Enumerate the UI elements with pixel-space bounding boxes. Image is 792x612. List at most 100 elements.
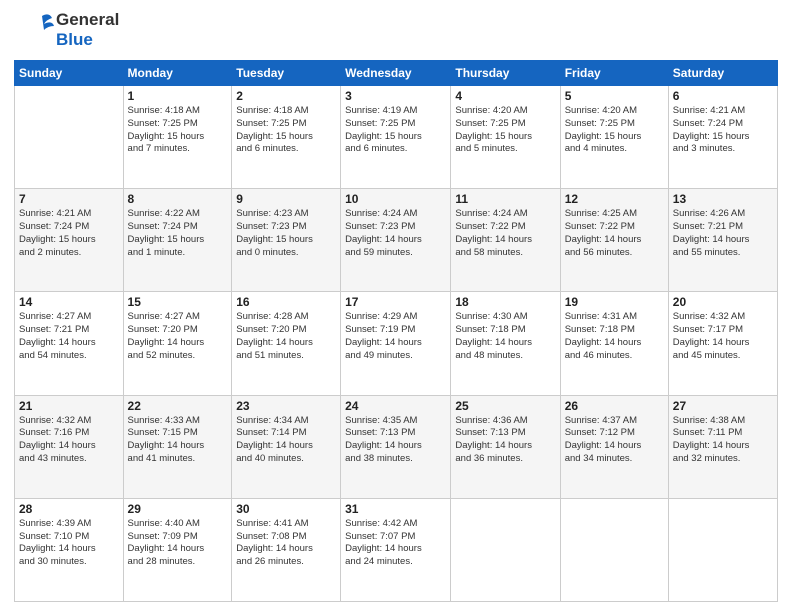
day-info: Sunrise: 4:34 AMSunset: 7:14 PMDaylight:… — [236, 415, 336, 466]
day-number: 24 — [345, 399, 446, 413]
logo: General Blue — [14, 10, 119, 52]
day-number: 13 — [673, 192, 773, 206]
day-cell: 9 Sunrise: 4:23 AMSunset: 7:23 PMDaylight… — [232, 189, 341, 292]
header-cell-sunday: Sunday — [15, 61, 124, 86]
day-cell: 24 Sunrise: 4:35 AMSunset: 7:13 PMDayligh… — [341, 395, 451, 498]
day-info: Sunrise: 4:39 AMSunset: 7:10 PMDaylight:… — [19, 518, 119, 569]
header-cell-tuesday: Tuesday — [232, 61, 341, 86]
day-number: 2 — [236, 89, 336, 103]
day-info: Sunrise: 4:32 AMSunset: 7:17 PMDaylight:… — [673, 311, 773, 362]
day-cell — [451, 498, 560, 601]
day-info: Sunrise: 4:33 AMSunset: 7:15 PMDaylight:… — [128, 415, 228, 466]
day-info: Sunrise: 4:30 AMSunset: 7:18 PMDaylight:… — [455, 311, 555, 362]
day-info: Sunrise: 4:28 AMSunset: 7:20 PMDaylight:… — [236, 311, 336, 362]
day-cell: 11 Sunrise: 4:24 AMSunset: 7:22 PMDayligh… — [451, 189, 560, 292]
day-cell: 15Sunrise: 4:27 AMSunset: 7:20 PMDayligh… — [123, 292, 232, 395]
day-number: 14 — [19, 295, 119, 309]
day-cell — [668, 498, 777, 601]
day-cell: 3 Sunrise: 4:19 AMSunset: 7:25 PMDaylight… — [341, 86, 451, 189]
day-info: Sunrise: 4:40 AMSunset: 7:09 PMDaylight:… — [128, 518, 228, 569]
day-cell: 19Sunrise: 4:31 AMSunset: 7:18 PMDayligh… — [560, 292, 668, 395]
day-info: Sunrise: 4:26 AMSunset: 7:21 PMDaylight:… — [673, 208, 773, 259]
day-info: Sunrise: 4:18 AMSunset: 7:25 PMDaylight:… — [128, 105, 228, 156]
day-number: 9 — [236, 192, 336, 206]
calendar-table: SundayMondayTuesdayWednesdayThursdayFrid… — [14, 60, 778, 602]
day-info: Sunrise: 4:24 AMSunset: 7:22 PMDaylight:… — [455, 208, 555, 259]
day-number: 23 — [236, 399, 336, 413]
day-number: 4 — [455, 89, 555, 103]
day-number: 20 — [673, 295, 773, 309]
day-info: Sunrise: 4:41 AMSunset: 7:08 PMDaylight:… — [236, 518, 336, 569]
day-info: Sunrise: 4:35 AMSunset: 7:13 PMDaylight:… — [345, 415, 446, 466]
day-info: Sunrise: 4:42 AMSunset: 7:07 PMDaylight:… — [345, 518, 446, 569]
day-info: Sunrise: 4:37 AMSunset: 7:12 PMDaylight:… — [565, 415, 664, 466]
header-cell-monday: Monday — [123, 61, 232, 86]
day-number: 3 — [345, 89, 446, 103]
day-info: Sunrise: 4:19 AMSunset: 7:25 PMDaylight:… — [345, 105, 446, 156]
day-cell: 21 Sunrise: 4:32 AMSunset: 7:16 PMDayligh… — [15, 395, 124, 498]
header-cell-wednesday: Wednesday — [341, 61, 451, 86]
day-cell — [560, 498, 668, 601]
day-number: 10 — [345, 192, 446, 206]
day-number: 11 — [455, 192, 555, 206]
day-number: 21 — [19, 399, 119, 413]
day-number: 28 — [19, 502, 119, 516]
day-info: Sunrise: 4:24 AMSunset: 7:23 PMDaylight:… — [345, 208, 446, 259]
day-number: 1 — [128, 89, 228, 103]
day-info: Sunrise: 4:38 AMSunset: 7:11 PMDaylight:… — [673, 415, 773, 466]
day-info: Sunrise: 4:25 AMSunset: 7:22 PMDaylight:… — [565, 208, 664, 259]
day-cell: 16Sunrise: 4:28 AMSunset: 7:20 PMDayligh… — [232, 292, 341, 395]
week-row-4: 21 Sunrise: 4:32 AMSunset: 7:16 PMDayligh… — [15, 395, 778, 498]
day-info: Sunrise: 4:29 AMSunset: 7:19 PMDaylight:… — [345, 311, 446, 362]
day-number: 27 — [673, 399, 773, 413]
day-cell: 14 Sunrise: 4:27 AMSunset: 7:21 PMDayligh… — [15, 292, 124, 395]
day-cell: 26 Sunrise: 4:37 AMSunset: 7:12 PMDayligh… — [560, 395, 668, 498]
day-cell: 1 Sunrise: 4:18 AMSunset: 7:25 PMDaylight… — [123, 86, 232, 189]
day-cell: 25Sunrise: 4:36 AMSunset: 7:13 PMDayligh… — [451, 395, 560, 498]
day-cell: 27 Sunrise: 4:38 AMSunset: 7:11 PMDayligh… — [668, 395, 777, 498]
day-number: 25 — [455, 399, 555, 413]
logo-svg — [14, 10, 56, 52]
calendar-header-row: SundayMondayTuesdayWednesdayThursdayFrid… — [15, 61, 778, 86]
day-info: Sunrise: 4:23 AMSunset: 7:23 PMDaylight:… — [236, 208, 336, 259]
day-number: 12 — [565, 192, 664, 206]
day-cell: 17 Sunrise: 4:29 AMSunset: 7:19 PMDayligh… — [341, 292, 451, 395]
day-cell: 22Sunrise: 4:33 AMSunset: 7:15 PMDayligh… — [123, 395, 232, 498]
day-cell: 2 Sunrise: 4:18 AMSunset: 7:25 PMDaylight… — [232, 86, 341, 189]
day-cell: 18 Sunrise: 4:30 AMSunset: 7:18 PMDayligh… — [451, 292, 560, 395]
week-row-5: 28 Sunrise: 4:39 AMSunset: 7:10 PMDayligh… — [15, 498, 778, 601]
day-number: 26 — [565, 399, 664, 413]
day-cell: 12 Sunrise: 4:25 AMSunset: 7:22 PMDayligh… — [560, 189, 668, 292]
day-number: 8 — [128, 192, 228, 206]
day-number: 18 — [455, 295, 555, 309]
day-info: Sunrise: 4:22 AMSunset: 7:24 PMDaylight:… — [128, 208, 228, 259]
day-info: Sunrise: 4:32 AMSunset: 7:16 PMDaylight:… — [19, 415, 119, 466]
day-info: Sunrise: 4:21 AMSunset: 7:24 PMDaylight:… — [673, 105, 773, 156]
header-cell-friday: Friday — [560, 61, 668, 86]
header-cell-thursday: Thursday — [451, 61, 560, 86]
day-cell: 6Sunrise: 4:21 AMSunset: 7:24 PMDaylight… — [668, 86, 777, 189]
day-info: Sunrise: 4:27 AMSunset: 7:21 PMDaylight:… — [19, 311, 119, 362]
day-info: Sunrise: 4:21 AMSunset: 7:24 PMDaylight:… — [19, 208, 119, 259]
header-cell-saturday: Saturday — [668, 61, 777, 86]
day-number: 29 — [128, 502, 228, 516]
logo-line2: Blue — [56, 30, 119, 50]
day-cell: 4 Sunrise: 4:20 AMSunset: 7:25 PMDaylight… — [451, 86, 560, 189]
page: General Blue SundayMondayTuesdayWednesda… — [0, 0, 792, 612]
header: General Blue — [14, 10, 778, 52]
day-cell: 28 Sunrise: 4:39 AMSunset: 7:10 PMDayligh… — [15, 498, 124, 601]
day-cell: 30Sunrise: 4:41 AMSunset: 7:08 PMDayligh… — [232, 498, 341, 601]
day-number: 17 — [345, 295, 446, 309]
day-cell: 13 Sunrise: 4:26 AMSunset: 7:21 PMDayligh… — [668, 189, 777, 292]
week-row-3: 14 Sunrise: 4:27 AMSunset: 7:21 PMDayligh… — [15, 292, 778, 395]
day-info: Sunrise: 4:20 AMSunset: 7:25 PMDaylight:… — [455, 105, 555, 156]
day-cell — [15, 86, 124, 189]
day-cell: 31 Sunrise: 4:42 AMSunset: 7:07 PMDayligh… — [341, 498, 451, 601]
day-cell: 10 Sunrise: 4:24 AMSunset: 7:23 PMDayligh… — [341, 189, 451, 292]
week-row-2: 7Sunrise: 4:21 AMSunset: 7:24 PMDaylight… — [15, 189, 778, 292]
day-info: Sunrise: 4:18 AMSunset: 7:25 PMDaylight:… — [236, 105, 336, 156]
day-number: 31 — [345, 502, 446, 516]
day-cell: 5Sunrise: 4:20 AMSunset: 7:25 PMDaylight… — [560, 86, 668, 189]
day-info: Sunrise: 4:20 AMSunset: 7:25 PMDaylight:… — [565, 105, 664, 156]
day-number: 15 — [128, 295, 228, 309]
